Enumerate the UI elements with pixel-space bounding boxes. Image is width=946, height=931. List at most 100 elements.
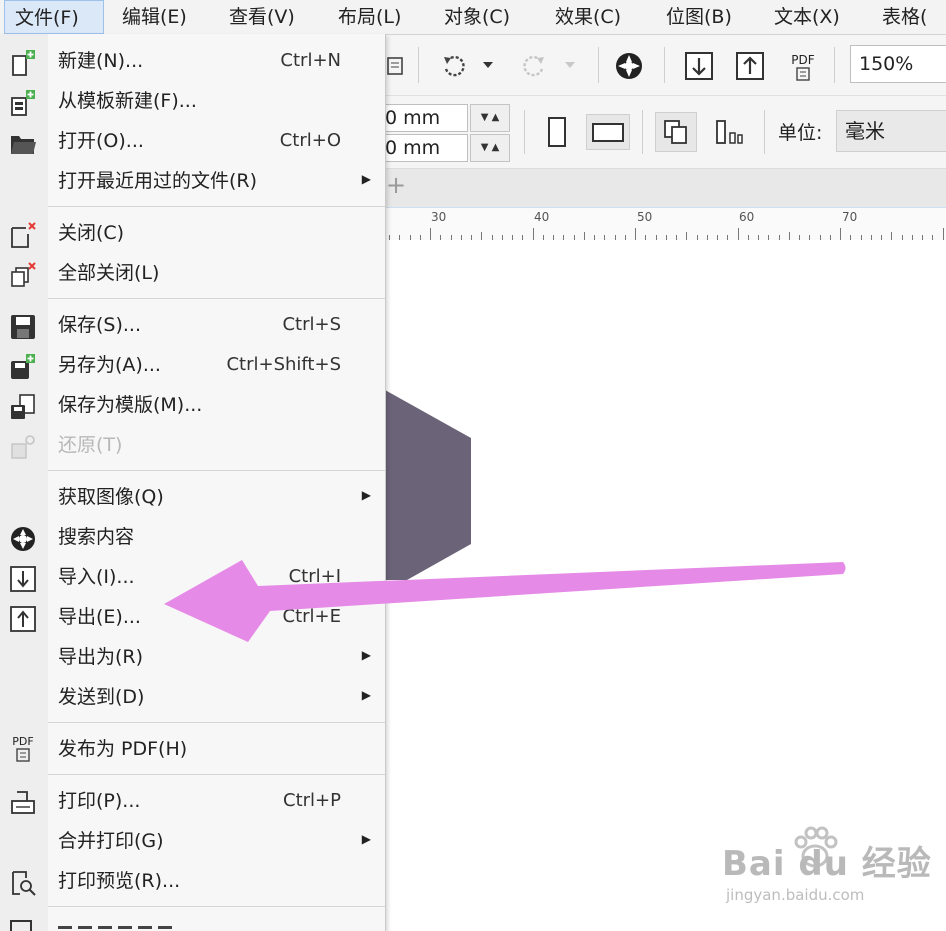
pdf-icon-text: PDF bbox=[12, 735, 34, 748]
undo-icon[interactable] bbox=[436, 49, 470, 83]
search-content-toolbar-icon[interactable] bbox=[612, 49, 646, 83]
menu-item-cutoff-text bbox=[58, 922, 178, 931]
height-spinner[interactable]: ▼ ▲ bbox=[470, 134, 510, 162]
menu-item-new[interactable]: 新建(N)... Ctrl+N bbox=[0, 42, 385, 80]
current-page-icon[interactable] bbox=[708, 112, 750, 152]
width-spinner[interactable]: ▼ ▲ bbox=[470, 104, 510, 132]
menu-file[interactable]: 文件(F) bbox=[4, 0, 104, 34]
ruler-tick bbox=[942, 228, 944, 240]
ruler-label: 40 bbox=[534, 210, 550, 224]
menu-item-export-for[interactable]: 导出为(R) ▶ bbox=[0, 638, 385, 676]
menu-item-save[interactable]: 保存(S)... Ctrl+S bbox=[0, 306, 385, 344]
submenu-arrow-icon: ▶ bbox=[361, 172, 371, 186]
menu-item-shortcut: Ctrl+E bbox=[282, 606, 341, 627]
ruler-tick bbox=[481, 232, 483, 240]
menu-item-close-all[interactable]: 全部关闭(L) bbox=[0, 254, 385, 292]
new-tab-button[interactable]: + bbox=[386, 171, 406, 199]
menu-view[interactable]: 查看(V) bbox=[229, 0, 295, 34]
ruler-tick bbox=[891, 232, 893, 240]
zoom-level-input[interactable]: 150% bbox=[850, 45, 946, 83]
ruler-tick bbox=[840, 228, 841, 240]
close-all-icon bbox=[8, 260, 38, 290]
width-input[interactable]: 0 mm bbox=[380, 104, 468, 132]
menu-item-shortcut: Ctrl+Shift+S bbox=[226, 354, 341, 375]
search-content-icon bbox=[8, 524, 38, 554]
redo-dropdown-icon[interactable] bbox=[562, 57, 578, 73]
ruler-label: 60 bbox=[739, 210, 755, 224]
menu-item-label: 合并打印(G) bbox=[58, 830, 164, 852]
ruler-tick bbox=[532, 228, 534, 240]
menu-item-close[interactable]: 关闭(C) bbox=[0, 214, 385, 252]
baidu-jingyan-watermark: Bai du 经验 jingyan.baidu.com bbox=[722, 826, 932, 916]
menu-text[interactable]: 文本(X) bbox=[774, 0, 840, 34]
menu-item-save-as-template[interactable]: 保存为模版(M)... bbox=[0, 386, 385, 424]
menu-item-shortcut: Ctrl+S bbox=[282, 314, 341, 335]
landscape-icon[interactable] bbox=[586, 114, 630, 150]
menu-item-print-preview[interactable]: 打印预览(R)... bbox=[0, 862, 385, 900]
submenu-arrow-icon: ▶ bbox=[361, 648, 371, 662]
redo-icon[interactable] bbox=[518, 49, 552, 83]
print-preview-icon bbox=[8, 868, 38, 898]
menu-item-send-to[interactable]: 发送到(D) ▶ bbox=[0, 678, 385, 716]
open-folder-icon bbox=[8, 128, 38, 158]
menu-separator bbox=[48, 722, 385, 723]
save-as-icon bbox=[8, 352, 38, 382]
undo-dropdown-icon[interactable] bbox=[480, 57, 496, 73]
units-select[interactable]: 毫米 bbox=[836, 110, 946, 152]
import-toolbar-icon[interactable] bbox=[682, 49, 716, 83]
menu-item-label: 打印(P)... bbox=[58, 790, 141, 812]
ruler-label: 70 bbox=[842, 210, 858, 224]
menu-item-label: 导出(E)... bbox=[58, 606, 141, 628]
menu-item-label: 关闭(C) bbox=[58, 222, 125, 244]
toolbar-separator bbox=[598, 47, 599, 83]
ruler-tick bbox=[788, 232, 790, 240]
menu-separator bbox=[48, 774, 385, 775]
menu-item-print-merge[interactable]: 合并打印(G) ▶ bbox=[0, 822, 385, 860]
menu-item-label: 获取图像(Q) bbox=[58, 486, 164, 508]
menu-object[interactable]: 对象(C) bbox=[444, 0, 510, 34]
menu-item-label: 保存(S)... bbox=[58, 314, 142, 336]
toolbar-separator bbox=[524, 110, 525, 154]
pdf-label: PDF bbox=[791, 53, 815, 67]
menu-item-print[interactable]: 打印(P)... Ctrl+P bbox=[0, 782, 385, 820]
menu-bitmaps[interactable]: 位图(B) bbox=[666, 0, 732, 34]
menu-item-export[interactable]: 导出(E)... Ctrl+E bbox=[0, 598, 385, 636]
menu-table[interactable]: 表格( bbox=[882, 0, 927, 34]
submenu-arrow-icon: ▶ bbox=[361, 488, 371, 502]
menu-item-open-recent[interactable]: 打开最近用过的文件(R) ▶ bbox=[0, 162, 385, 200]
menu-item-shortcut: Ctrl+I bbox=[288, 566, 341, 587]
menu-separator bbox=[48, 906, 385, 907]
menu-item-label: 发布为 PDF(H) bbox=[58, 738, 188, 760]
menu-item-new-from-template[interactable]: 从模板新建(F)... bbox=[0, 82, 385, 120]
hexagon-shape[interactable] bbox=[385, 390, 471, 580]
horizontal-ruler[interactable]: 30 40 50 60 70 bbox=[385, 207, 946, 241]
menu-edit[interactable]: 编辑(E) bbox=[122, 0, 187, 34]
height-input[interactable]: 0 mm bbox=[380, 134, 468, 162]
toolbar-separator bbox=[642, 110, 643, 154]
menu-separator bbox=[48, 206, 385, 207]
ruler-tick bbox=[686, 232, 688, 240]
menu-item-save-as[interactable]: 另存为(A)... Ctrl+Shift+S bbox=[0, 346, 385, 384]
import-icon bbox=[8, 564, 38, 594]
menu-item-open[interactable]: 打开(O)... Ctrl+O bbox=[0, 122, 385, 160]
menu-bar: 文件(F) 编辑(E) 查看(V) 布局(L) 对象(C) 效果(C) 位图(B… bbox=[0, 0, 946, 35]
menu-layout[interactable]: 布局(L) bbox=[338, 0, 401, 34]
portrait-icon[interactable] bbox=[540, 114, 574, 150]
menu-effects[interactable]: 效果(C) bbox=[555, 0, 621, 34]
menu-item-label: 从模板新建(F)... bbox=[58, 90, 197, 112]
export-toolbar-icon[interactable] bbox=[733, 49, 767, 83]
partial-toolbar-icon[interactable] bbox=[386, 53, 406, 79]
units-label: 单位: bbox=[778, 122, 823, 144]
drawing-canvas[interactable] bbox=[385, 240, 946, 931]
menu-item-acquire-image[interactable]: 获取图像(Q) ▶ bbox=[0, 478, 385, 516]
submenu-arrow-icon: ▶ bbox=[361, 688, 371, 702]
menu-item-import[interactable]: 导入(I)... Ctrl+I bbox=[0, 558, 385, 596]
publish-pdf-toolbar-icon[interactable]: PDF bbox=[786, 47, 820, 87]
all-pages-icon[interactable] bbox=[655, 112, 697, 152]
ruler-tick bbox=[635, 228, 636, 240]
toolbar-separator bbox=[418, 47, 419, 83]
print-icon bbox=[8, 788, 38, 818]
menu-item-search-content[interactable]: 搜索内容 bbox=[0, 518, 385, 556]
menu-item-shortcut: Ctrl+P bbox=[283, 790, 341, 811]
menu-item-publish-pdf[interactable]: PDF 发布为 PDF(H) bbox=[0, 730, 385, 768]
